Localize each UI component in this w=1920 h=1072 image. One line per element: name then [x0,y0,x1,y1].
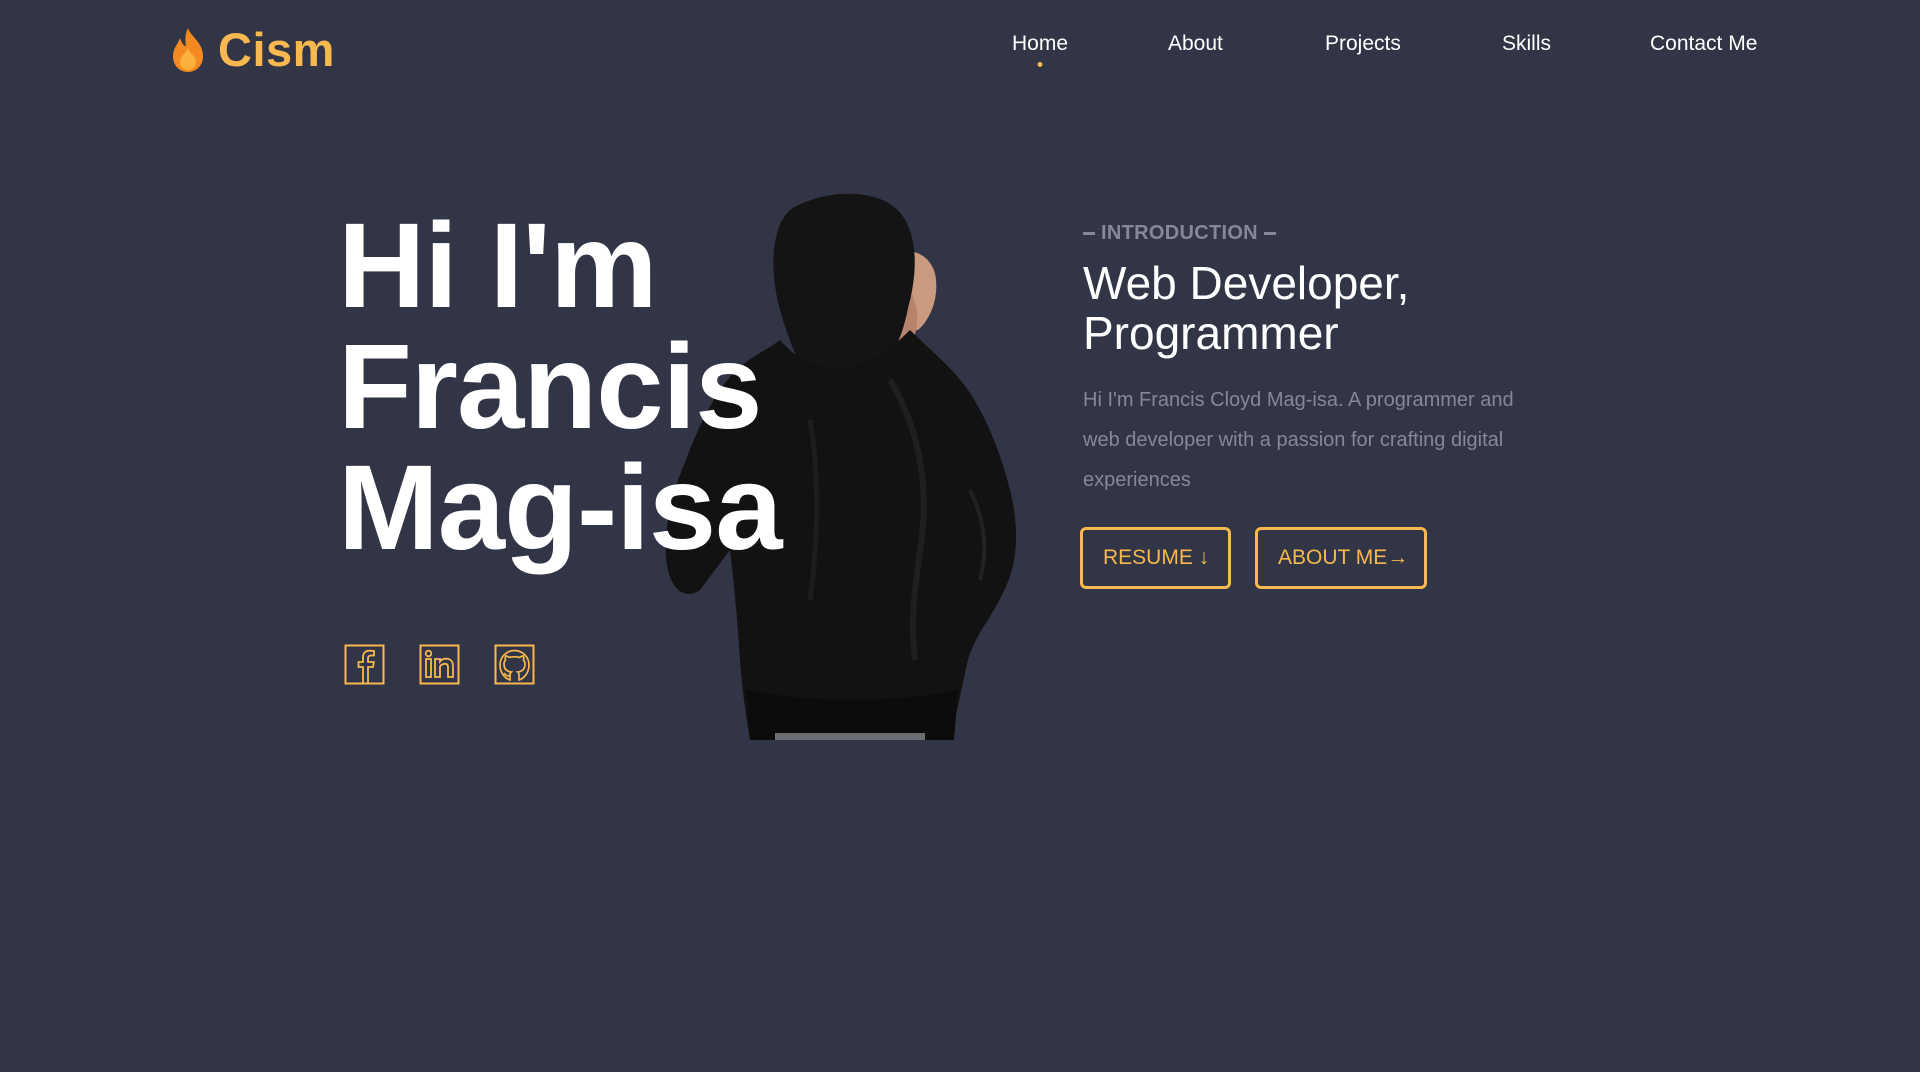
intro-label-text: INTRODUCTION [1101,222,1258,244]
social-links [344,644,535,685]
hero-title-line: Mag-isa [338,439,783,575]
nav-item-projects[interactable]: Projects [1325,32,1401,56]
nav-item-label: Skills [1502,32,1552,55]
main-nav: Home About Projects Skills Contact Me [0,32,1920,72]
intro-heading: Web Developer, Programmer [1083,258,1409,358]
hero-title: Hi I'm Francis Mag-isa [338,197,783,575]
resume-button[interactable]: RESUME ↓ [1080,527,1231,589]
hero-title-line: Hi I'm [338,197,658,333]
intro-heading-line: Web Developer, [1083,257,1410,309]
nav-item-label: Projects [1325,32,1401,55]
nav-item-label: Home [1012,32,1069,55]
intro-label: INTRODUCTION [1083,222,1276,245]
nav-item-about[interactable]: About [1168,32,1223,56]
label-dash [1083,232,1095,235]
linkedin-icon[interactable] [419,644,460,685]
hero-title-line: Francis [338,318,762,454]
active-indicator [1037,62,1043,67]
about-me-button[interactable]: ABOUT ME→ [1255,527,1427,589]
facebook-icon[interactable] [344,644,385,685]
label-dash [1263,232,1276,235]
nav-item-label: About [1168,32,1223,55]
nav-item-home[interactable]: Home [1012,32,1069,67]
nav-item-contact[interactable]: Contact Me [1650,32,1757,56]
nav-item-label: Contact Me [1650,32,1758,55]
nav-item-skills[interactable]: Skills [1502,32,1551,56]
intro-heading-line: Programmer [1083,307,1339,359]
github-icon[interactable] [494,644,535,685]
intro-description: Hi I'm Francis Cloyd Mag-isa. A programm… [1083,389,1514,491]
